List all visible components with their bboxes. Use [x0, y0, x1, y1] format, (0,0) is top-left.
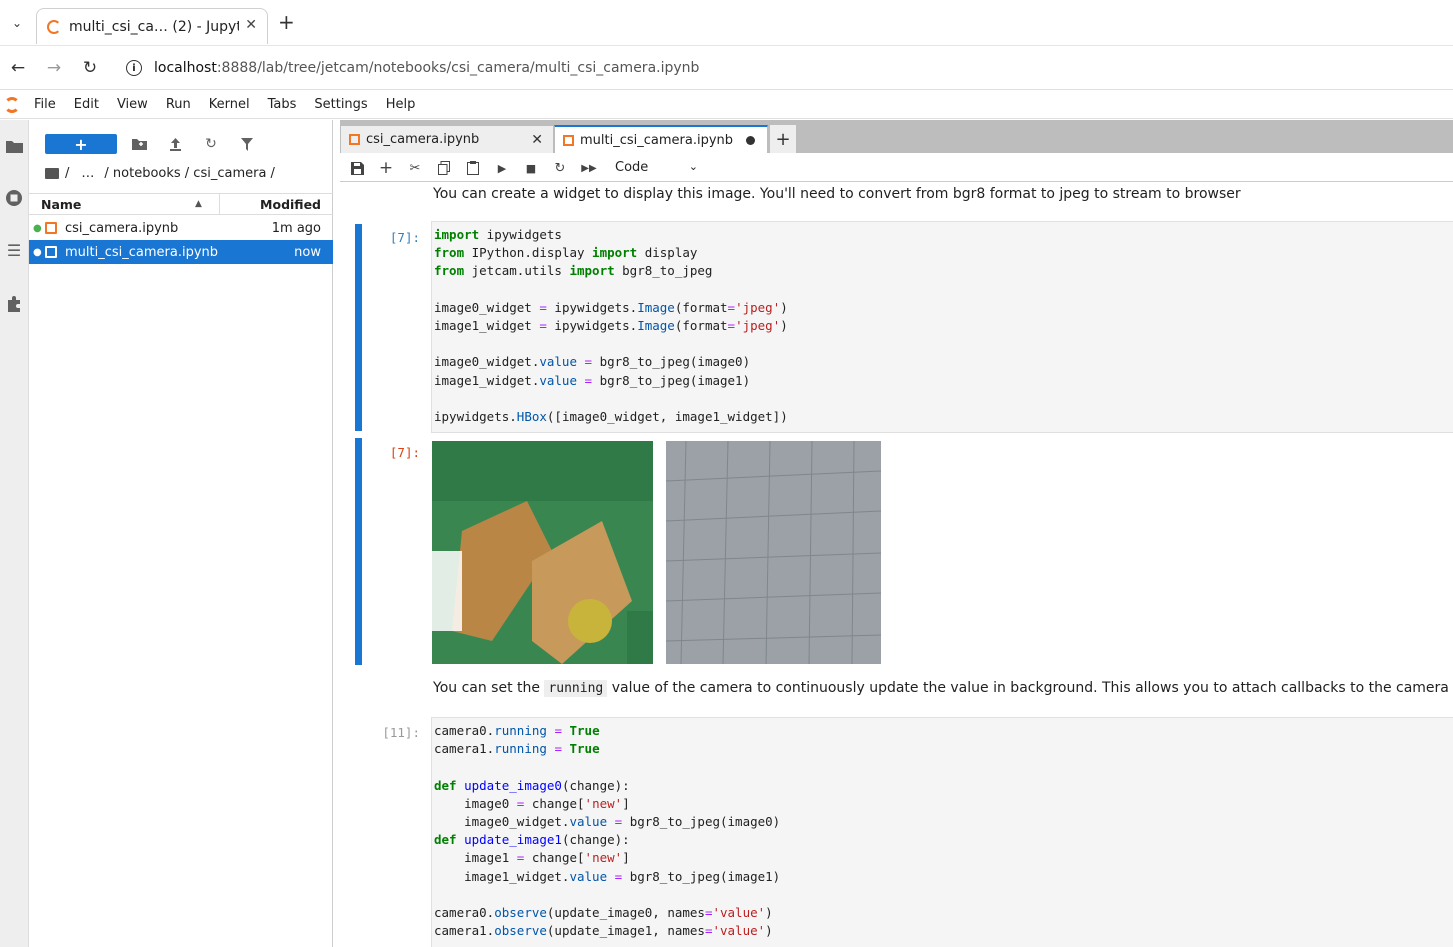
close-icon[interactable]: ✕ — [531, 132, 543, 148]
cell-collapser[interactable] — [355, 224, 362, 431]
cut-icon[interactable]: ✂ — [406, 159, 424, 177]
url-field[interactable]: i localhost:8888/lab/tree/jetcam/noteboo… — [116, 52, 1446, 84]
code-cell[interactable]: import ipywidgets from IPython.display i… — [431, 221, 1453, 433]
refresh-icon[interactable]: ↻ — [201, 134, 221, 154]
close-icon[interactable]: ✕ — [245, 17, 257, 33]
file-browser-toolbar: + ↻ — [29, 120, 333, 164]
camera0-image — [432, 441, 653, 664]
extension-puzzle-icon[interactable] — [4, 294, 24, 314]
input-prompt: [7]: — [389, 230, 420, 245]
output-collapser[interactable] — [355, 438, 362, 665]
notebook-panel: You can create a widget to display this … — [340, 182, 1453, 947]
cell-type-select[interactable]: Code ⌄ — [615, 160, 710, 175]
site-info-icon[interactable]: i — [126, 60, 142, 76]
paste-icon[interactable] — [464, 159, 482, 177]
breadcrumb-root[interactable]: / — [65, 166, 69, 181]
code-editor[interactable]: import ipywidgets from IPython.display i… — [434, 226, 1453, 426]
breadcrumb-ellipsis[interactable]: … — [81, 166, 94, 181]
breadcrumb-path[interactable]: / notebooks / csi_camera / — [104, 166, 275, 181]
file-name: multi_csi_camera.ipynb — [65, 244, 219, 260]
input-prompt: [11]: — [382, 725, 420, 740]
markdown-cell[interactable]: You can create a widget to display this … — [433, 186, 1241, 202]
output-prompt: [7]: — [389, 445, 420, 460]
file-modified: 1m ago — [271, 220, 321, 236]
markdown-cell[interactable]: You can set the running value of the cam… — [433, 680, 1453, 697]
browser-tab-title: multi_csi_ca… (2) - Jupyter — [69, 18, 239, 35]
doc-tab-label: csi_camera.ipynb — [366, 132, 480, 147]
browser-tab[interactable]: multi_csi_ca… (2) - Jupyter ✕ — [36, 8, 268, 44]
upload-icon[interactable] — [165, 134, 185, 154]
name-column-header[interactable]: Name — [41, 197, 81, 212]
file-modified: now — [294, 244, 321, 260]
new-folder-icon[interactable] — [129, 134, 149, 154]
folder-icon[interactable] — [4, 136, 24, 156]
file-browser-panel: + ↻ / … / notebooks / csi_camera / Name … — [29, 120, 333, 947]
left-sidebar: ☰ — [0, 120, 29, 947]
camera1-image — [666, 441, 881, 664]
tab-list-chevron-icon[interactable]: ⌄ — [7, 13, 27, 33]
main-area: csi_camera.ipynb ✕ multi_csi_camera.ipyn… — [340, 120, 1453, 947]
code-editor[interactable]: camera0.running = True camera1.running =… — [434, 722, 1453, 940]
save-icon[interactable] — [348, 159, 366, 177]
url-host: localhost — [154, 60, 217, 76]
browser-tab-strip: ⌄ multi_csi_ca… (2) - Jupyter ✕ + — [0, 0, 1453, 46]
url-path: :8888/lab/tree/jetcam/notebooks/csi_came… — [216, 60, 700, 76]
menu-tabs[interactable]: Tabs — [268, 97, 297, 112]
back-arrow-icon[interactable]: ← — [6, 56, 30, 80]
menu-help[interactable]: Help — [386, 97, 416, 112]
new-tab-icon[interactable]: + — [278, 12, 295, 32]
insert-cell-icon[interactable]: + — [377, 158, 395, 178]
menu-kernel[interactable]: Kernel — [209, 97, 250, 112]
cell-type-value: Code — [615, 160, 649, 175]
doc-tab-label: multi_csi_camera.ipynb — [580, 132, 734, 148]
stop-icon[interactable]: ■ — [522, 159, 540, 177]
menu-run[interactable]: Run — [166, 97, 191, 112]
notebook-toolbar: + ✂ ▶ ■ ↻ ▶▶ Code ⌄ — [340, 153, 1453, 182]
file-name: csi_camera.ipynb — [65, 220, 179, 236]
file-row[interactable]: ● csi_camera.ipynb 1m ago — [29, 216, 333, 240]
notebook-icon — [563, 134, 574, 146]
document-tab-bar: csi_camera.ipynb ✕ multi_csi_camera.ipyn… — [340, 120, 1453, 153]
restart-icon[interactable]: ↻ — [551, 159, 569, 177]
menu-file[interactable]: File — [34, 97, 56, 112]
notebook-icon — [45, 222, 57, 234]
file-row[interactable]: ● multi_csi_camera.ipynb now — [29, 240, 333, 264]
add-tab-icon[interactable]: + — [770, 125, 796, 153]
menu-settings[interactable]: Settings — [314, 97, 367, 112]
new-launcher-button[interactable]: + — [45, 134, 117, 154]
copy-icon[interactable] — [435, 159, 453, 177]
jupyter-logo-icon — [4, 96, 20, 113]
markdown-text: You can set the — [433, 680, 545, 696]
chevron-down-icon: ⌄ — [688, 160, 698, 173]
menu-view[interactable]: View — [117, 97, 148, 112]
unsaved-indicator-icon[interactable] — [746, 135, 755, 145]
jupyter-menubar: File Edit View Run Kernel Tabs Settings … — [0, 91, 1453, 119]
table-of-contents-icon[interactable]: ☰ — [4, 240, 24, 260]
filter-icon[interactable] — [237, 134, 257, 154]
code-cell[interactable]: camera0.running = True camera1.running =… — [431, 717, 1453, 947]
jupyter-favicon-icon — [47, 19, 61, 34]
sort-up-icon: ▲ — [195, 199, 202, 209]
column-divider[interactable] — [219, 194, 220, 214]
tab-multi-csi-camera[interactable]: multi_csi_camera.ipynb — [554, 125, 768, 153]
notebook-icon — [349, 134, 360, 145]
markdown-text: value of the camera to continuously upda… — [611, 680, 1453, 696]
tab-csi-camera[interactable]: csi_camera.ipynb ✕ — [340, 125, 554, 153]
menu-edit[interactable]: Edit — [74, 97, 99, 112]
running-kernels-icon[interactable] — [4, 188, 24, 208]
running-indicator-icon: ● — [33, 246, 42, 258]
inline-code: running — [544, 680, 608, 697]
reload-icon[interactable]: ↻ — [78, 56, 102, 80]
address-bar: ← → ↻ i localhost:8888/lab/tree/jetcam/n… — [0, 46, 1453, 90]
fast-forward-icon[interactable]: ▶▶ — [580, 159, 598, 177]
running-indicator-icon: ● — [33, 222, 42, 234]
breadcrumb: / … / notebooks / csi_camera / — [45, 166, 275, 181]
modified-column-header[interactable]: Modified — [260, 197, 321, 212]
file-list-header: Name ▲ Modified — [29, 193, 333, 215]
run-icon[interactable]: ▶ — [493, 159, 511, 177]
forward-arrow-icon[interactable]: → — [42, 56, 66, 80]
notebook-icon — [45, 246, 57, 258]
home-folder-icon[interactable] — [45, 168, 59, 179]
